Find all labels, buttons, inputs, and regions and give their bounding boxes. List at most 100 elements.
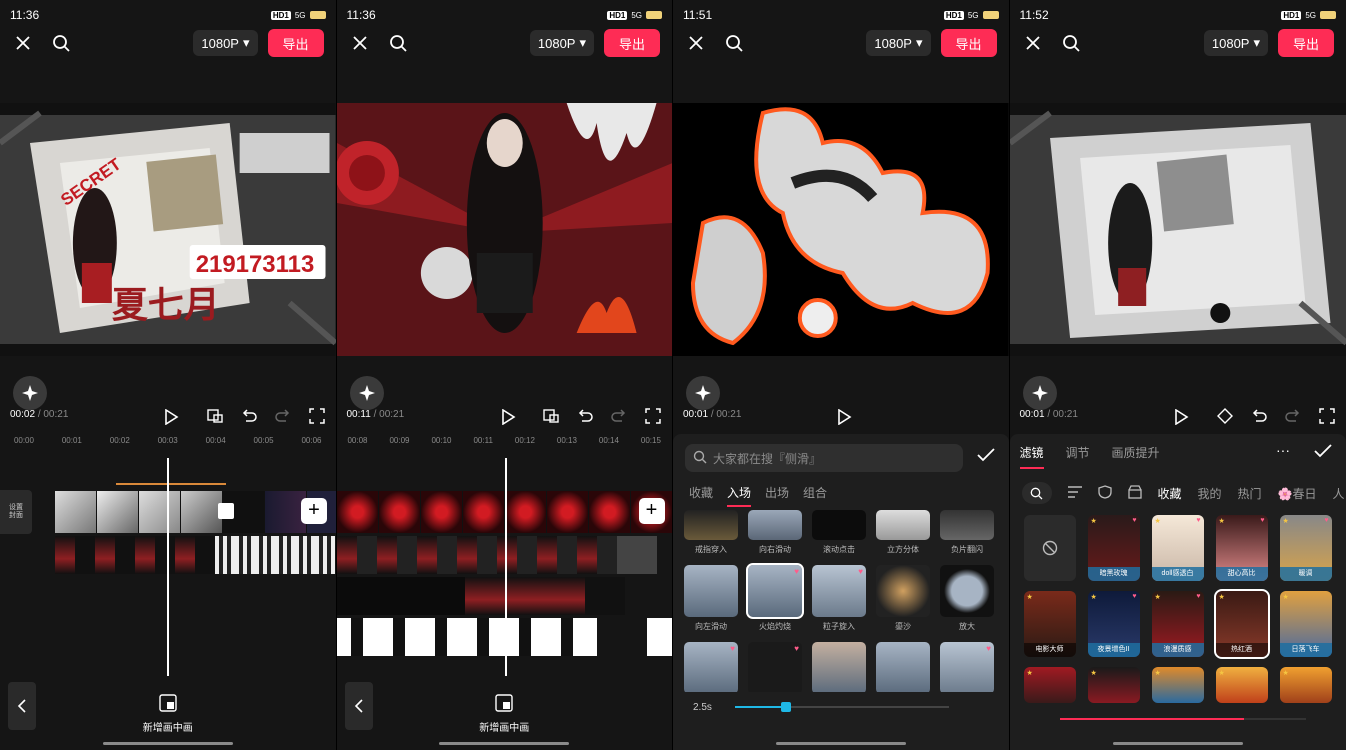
close-icon[interactable] <box>349 32 371 54</box>
confirm-check-icon[interactable] <box>976 448 995 467</box>
close-icon[interactable] <box>12 32 34 54</box>
tab-enhance[interactable]: 画质提升 <box>1112 444 1160 461</box>
filter-item[interactable]: ★ ♥ doll感透白 <box>1151 515 1204 581</box>
filter-item-selected[interactable]: ★ 热红酒 <box>1213 589 1270 659</box>
fullscreen-preview-icon[interactable] <box>540 405 562 427</box>
transition-item[interactable]: ♥ <box>683 642 739 694</box>
keyframe-icon[interactable] <box>1214 405 1236 427</box>
filter-item[interactable]: ★ <box>1279 667 1332 703</box>
play-icon[interactable] <box>1170 406 1192 428</box>
expand-icon[interactable] <box>1316 405 1338 427</box>
transition-item[interactable]: ♥ 粒子旋入 <box>811 565 867 632</box>
ruler-tick: 00:11 <box>473 436 493 445</box>
play-icon[interactable] <box>160 406 182 428</box>
playhead[interactable] <box>504 458 507 676</box>
play-icon[interactable] <box>833 406 855 428</box>
add-clip-button[interactable]: + <box>301 498 327 524</box>
filter-item[interactable]: ★ ♥ 甜心高比 <box>1215 515 1268 581</box>
ai-sparkle-button[interactable] <box>13 376 47 410</box>
undo-icon[interactable] <box>1248 405 1270 427</box>
add-clip-button[interactable]: + <box>638 498 665 524</box>
filter-search-icon[interactable] <box>1021 482 1052 504</box>
expand-icon[interactable] <box>642 405 664 427</box>
category-portrait[interactable]: 人 <box>1333 485 1345 502</box>
shield-icon[interactable] <box>1097 484 1112 502</box>
no-filter-button[interactable] <box>1023 515 1076 581</box>
redo-icon[interactable] <box>608 405 630 427</box>
transition-search-input[interactable]: 大家都在搜『侧滑』 <box>685 444 963 472</box>
tab-favorites[interactable]: 收藏 <box>689 484 713 501</box>
confirm-check-icon[interactable] <box>1314 444 1332 463</box>
ai-sparkle-button[interactable] <box>686 376 720 410</box>
duration-slider[interactable] <box>735 702 949 712</box>
transition-item[interactable]: 立方分体 <box>875 510 931 555</box>
category-spring[interactable]: 🌸春日 <box>1278 485 1317 502</box>
transition-item[interactable]: 戒指穿入 <box>683 510 739 555</box>
transition-item[interactable]: 负片翻闪 <box>939 510 995 555</box>
filter-item[interactable]: ★ <box>1151 667 1204 703</box>
search-icon[interactable] <box>387 32 409 54</box>
transition-item[interactable] <box>875 642 931 694</box>
add-pip-button[interactable]: 新增画中画 <box>0 694 336 734</box>
current-time: 00:02 <box>10 409 36 420</box>
fullscreen-preview-icon[interactable] <box>204 405 226 427</box>
transition-item[interactable]: ♥ <box>747 642 803 694</box>
transition-item[interactable] <box>811 642 867 694</box>
redo-icon[interactable] <box>1282 405 1304 427</box>
transition-item[interactable]: 放大 <box>939 565 995 632</box>
play-icon[interactable] <box>497 406 519 428</box>
tab-entrance[interactable]: 入场 <box>727 484 752 507</box>
export-button[interactable]: 导出 <box>1278 29 1334 57</box>
add-pip-button[interactable]: 新增画中画 <box>337 694 673 734</box>
tab-filters[interactable]: 滤镜 <box>1019 444 1044 469</box>
undo-icon[interactable] <box>574 405 596 427</box>
undo-icon[interactable] <box>238 405 260 427</box>
resolution-dropdown[interactable]: 1080P ▾ <box>866 30 931 56</box>
category-mine[interactable]: 我的 <box>1198 485 1222 502</box>
filter-item[interactable]: ★ ♥ 浪漫质感 <box>1151 591 1204 657</box>
main-video-track[interactable] <box>55 491 336 533</box>
transition-item[interactable]: ♥ <box>939 642 995 694</box>
overlay-track[interactable] <box>55 536 336 574</box>
filter-item[interactable]: ★ ♥ 夜景增色II <box>1087 591 1140 657</box>
list-icon[interactable] <box>1067 485 1082 501</box>
search-icon[interactable] <box>723 32 745 54</box>
ai-sparkle-button[interactable] <box>1022 376 1057 410</box>
transition-item[interactable]: 向右滑动 <box>747 510 803 555</box>
filter-item[interactable]: ★ <box>1023 667 1076 703</box>
category-hot[interactable]: 热门 <box>1238 485 1262 502</box>
filter-item[interactable]: ★ 电影大师 <box>1023 591 1076 657</box>
tab-exit[interactable]: 出场 <box>765 484 789 501</box>
filter-item[interactable]: ★ 日落飞车 <box>1279 591 1332 657</box>
transition-item[interactable]: 鎏沙 <box>875 565 931 632</box>
export-button[interactable]: 导出 <box>267 29 324 57</box>
transition-item[interactable]: 滚动点击 <box>811 510 867 555</box>
close-icon[interactable] <box>1022 32 1044 54</box>
tab-combo[interactable]: 组合 <box>803 484 827 501</box>
tab-adjust[interactable]: 调节 <box>1066 444 1090 461</box>
expand-icon[interactable] <box>306 405 328 427</box>
resolution-dropdown[interactable]: 1080P ▾ <box>1203 30 1268 56</box>
resolution-dropdown[interactable]: 1080P ▾ <box>529 30 594 56</box>
ai-sparkle-button[interactable] <box>349 376 384 410</box>
category-favorites[interactable]: 收藏 <box>1158 485 1182 502</box>
export-button[interactable]: 导出 <box>940 29 997 57</box>
filter-item[interactable]: ★ ♥ 暗黑玫瑰 <box>1087 515 1140 581</box>
filter-item[interactable]: ★ <box>1215 667 1268 703</box>
store-icon[interactable] <box>1127 484 1142 502</box>
filter-item[interactable]: ★ ♥ 暖调 <box>1279 515 1332 581</box>
transition-item[interactable]: 向左滑动 <box>683 565 739 632</box>
filter-label: 暖调 <box>1279 567 1332 581</box>
search-icon[interactable] <box>1060 32 1082 54</box>
close-icon[interactable] <box>685 32 707 54</box>
resolution-dropdown[interactable]: 1080P ▾ <box>193 30 258 56</box>
slider-knob[interactable] <box>781 702 792 712</box>
redo-icon[interactable] <box>272 405 294 427</box>
more-icon[interactable]: ··· <box>1276 442 1290 458</box>
transition-item-selected[interactable]: ♥ 火焰灼烧 <box>746 563 804 632</box>
playhead[interactable] <box>167 458 169 676</box>
set-cover-button[interactable]: 设置 封面 <box>0 490 32 534</box>
export-button[interactable]: 导出 <box>604 29 660 57</box>
search-icon[interactable] <box>50 32 72 54</box>
filter-item[interactable]: ★ <box>1087 667 1140 703</box>
